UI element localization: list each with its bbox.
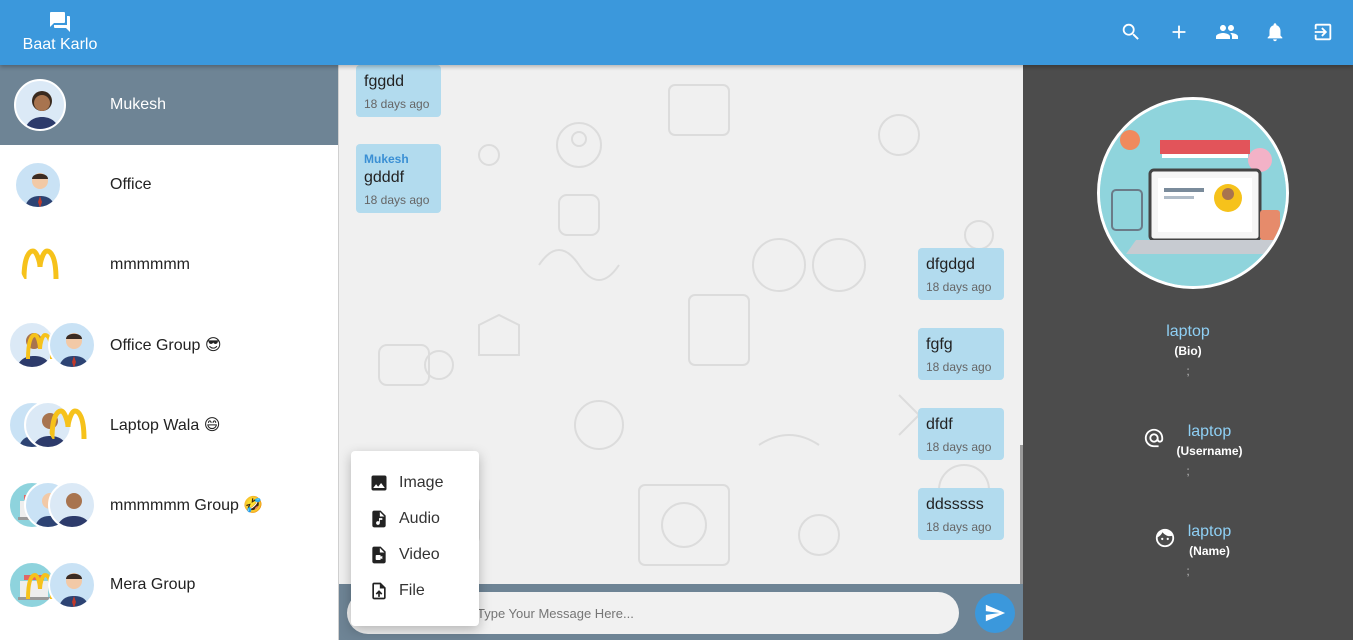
chat-list: Mukesh Office mmmmmm Office Group 😎 Lapt…: [0, 65, 339, 640]
profile-name: laptop (Name) ;: [1023, 523, 1353, 578]
bio-extra: ;: [1186, 364, 1190, 378]
message-bubble[interactable]: ddsssss 18 days ago: [918, 488, 1004, 540]
audio-file-icon: [369, 509, 389, 529]
app-header: Baat Karlo: [0, 0, 1353, 65]
menu-item-label: Audio: [399, 510, 440, 527]
chat-item-mmmmmm-group[interactable]: mmmmmm Group 🤣: [0, 465, 338, 545]
chat-item-label: mmmmmm: [110, 256, 190, 273]
username-value: laptop: [1187, 423, 1232, 440]
menu-item-label: Image: [399, 474, 444, 491]
name-caption: (Name): [1189, 544, 1230, 558]
message-bubble[interactable]: fggdd 18 days ago: [356, 65, 441, 117]
chat-item-laptop-wala[interactable]: Laptop Wala 😄: [0, 385, 338, 465]
message-time: 18 days ago: [926, 360, 992, 374]
at-sign-icon: [1144, 428, 1164, 448]
bio-caption: (Bio): [1174, 344, 1202, 358]
name-value: laptop: [1187, 523, 1232, 540]
people-button[interactable]: [1215, 20, 1239, 44]
logout-icon: [1314, 23, 1332, 41]
menu-item-label: Video: [399, 546, 440, 563]
send-button[interactable]: [975, 593, 1015, 633]
chat-item-mera-group[interactable]: Mera Group: [0, 545, 338, 625]
video-file-icon: [369, 545, 389, 565]
attachment-menu: Image Audio Video File: [351, 451, 479, 626]
app-name: Baat Karlo: [22, 36, 98, 53]
menu-item-file[interactable]: File: [351, 573, 479, 609]
name-extra: ;: [1186, 564, 1190, 578]
search-icon: [1122, 23, 1139, 40]
send-icon: [985, 604, 1006, 622]
mcdonalds-logo-icon: [48, 401, 96, 449]
message-text: dfdf: [926, 416, 953, 433]
chat-item-mukesh[interactable]: Mukesh: [0, 65, 338, 145]
profile-avatar[interactable]: [1097, 97, 1289, 289]
chat-item-office[interactable]: Office: [0, 145, 338, 225]
profile-panel: laptop (Bio) ; laptop (Username) ; lapto…: [1023, 65, 1353, 640]
username-extra: ;: [1186, 464, 1190, 478]
avatar: [48, 321, 96, 369]
profile-username: laptop (Username) ;: [1023, 423, 1353, 478]
menu-item-audio[interactable]: Audio: [351, 501, 479, 537]
avatar: [14, 79, 66, 131]
menu-item-video[interactable]: Video: [351, 537, 479, 573]
message-text: fggdd: [364, 73, 405, 90]
avatar: [48, 561, 96, 609]
message-bubble[interactable]: Mukesh gdddf 18 days ago: [356, 144, 441, 213]
message-text: gdddf: [364, 169, 405, 186]
message-time: 18 days ago: [926, 440, 992, 454]
brand[interactable]: Baat Karlo: [18, 10, 102, 54]
menu-item-image[interactable]: Image: [351, 465, 479, 501]
upload-file-icon: [369, 581, 389, 601]
chat-item-label: Mera Group: [110, 576, 196, 593]
message-time: 18 days ago: [926, 280, 992, 294]
people-icon: [1216, 25, 1238, 39]
add-button[interactable]: [1167, 20, 1191, 44]
avatar: [14, 161, 62, 209]
username-caption: (Username): [1176, 444, 1243, 458]
message-time: 18 days ago: [926, 520, 992, 534]
bio-value: laptop: [1166, 323, 1210, 340]
forum-icon: [50, 12, 70, 32]
message-text: ddsssss: [926, 496, 984, 513]
bell-icon: [1267, 23, 1283, 42]
search-button[interactable]: [1119, 20, 1143, 44]
message-time: 18 days ago: [364, 97, 430, 111]
message-text: fgfg: [926, 336, 953, 353]
menu-item-label: File: [399, 582, 425, 599]
face-icon: [1155, 528, 1175, 548]
chat-item-label: Office Group 😎: [110, 337, 222, 354]
add-icon: [1172, 25, 1186, 39]
chat-item-label: mmmmmm Group 🤣: [110, 497, 264, 514]
message-time: 18 days ago: [364, 193, 430, 207]
profile-bio: laptop (Bio) ;: [1023, 323, 1353, 378]
chat-item-label: Laptop Wala 😄: [110, 417, 221, 434]
chat-item-office-group[interactable]: Office Group 😎: [0, 305, 338, 385]
chat-item-label: Mukesh: [110, 96, 167, 113]
message-bubble[interactable]: dfdf 18 days ago: [918, 408, 1004, 460]
chat-item-mmmmmm[interactable]: mmmmmm: [0, 225, 338, 305]
message-text: dfgdgd: [926, 256, 975, 273]
image-icon: [369, 473, 389, 493]
notifications-button[interactable]: [1263, 20, 1287, 44]
chat-item-label: Office: [110, 176, 152, 193]
message-bubble[interactable]: fgfg 18 days ago: [918, 328, 1004, 380]
mcdonalds-logo-icon: [20, 241, 68, 289]
message-bubble[interactable]: dfgdgd 18 days ago: [918, 248, 1004, 300]
message-sender: Mukesh: [364, 152, 409, 166]
avatar: [48, 481, 96, 529]
logout-button[interactable]: [1311, 20, 1335, 44]
